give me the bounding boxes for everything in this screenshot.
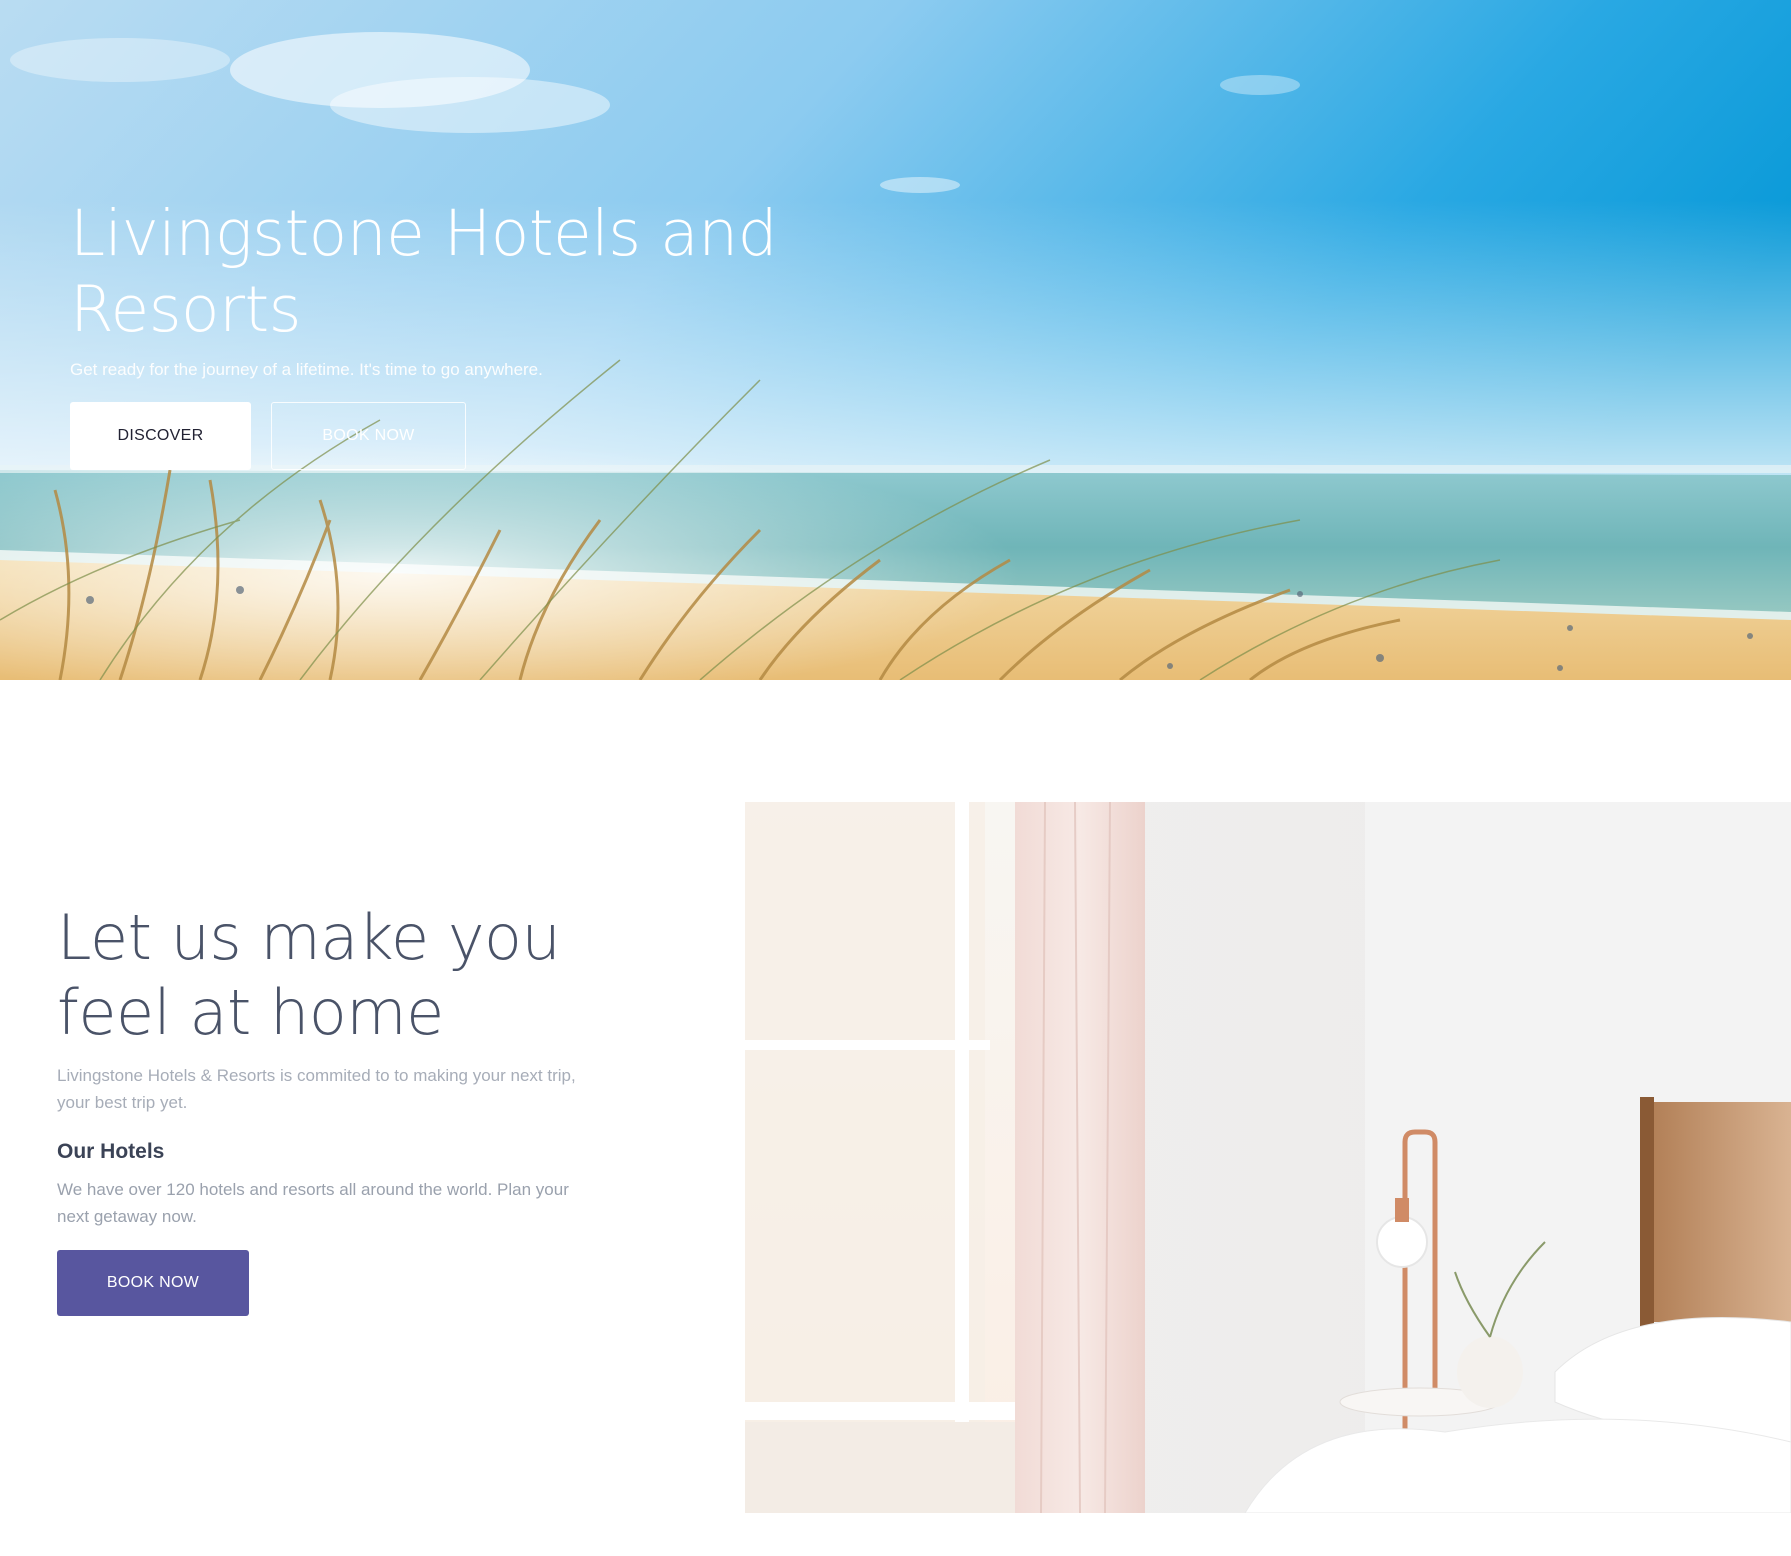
about-lead: Livingstone Hotels & Resorts is commited… <box>57 1066 576 1112</box>
discover-button[interactable]: DISCOVER <box>70 402 251 470</box>
bedroom-image <box>745 802 1791 1513</box>
about-text: Let us make you feel at home Livingstone… <box>57 900 617 1316</box>
hero-title: Livingstone Hotels and Resorts <box>70 197 778 346</box>
hero-subtitle: Get ready for the journey of a lifetime.… <box>70 360 543 379</box>
hero-section: Livingstone Hotels and Resorts Get ready… <box>0 0 1791 680</box>
hero-buttons: DISCOVER BOOK NOW <box>70 402 790 470</box>
hero-content: Livingstone Hotels and Resorts Get ready… <box>70 196 790 470</box>
about-book-now-button[interactable]: BOOK NOW <box>57 1250 249 1316</box>
about-section: Let us make you feel at home Livingstone… <box>0 680 1791 1556</box>
our-hotels-heading: Our Hotels <box>57 1140 165 1163</box>
about-title: Let us make you feel at home <box>57 901 561 1049</box>
our-hotels-body: We have over 120 hotels and resorts all … <box>57 1180 569 1226</box>
hero-book-now-button[interactable]: BOOK NOW <box>271 402 466 470</box>
